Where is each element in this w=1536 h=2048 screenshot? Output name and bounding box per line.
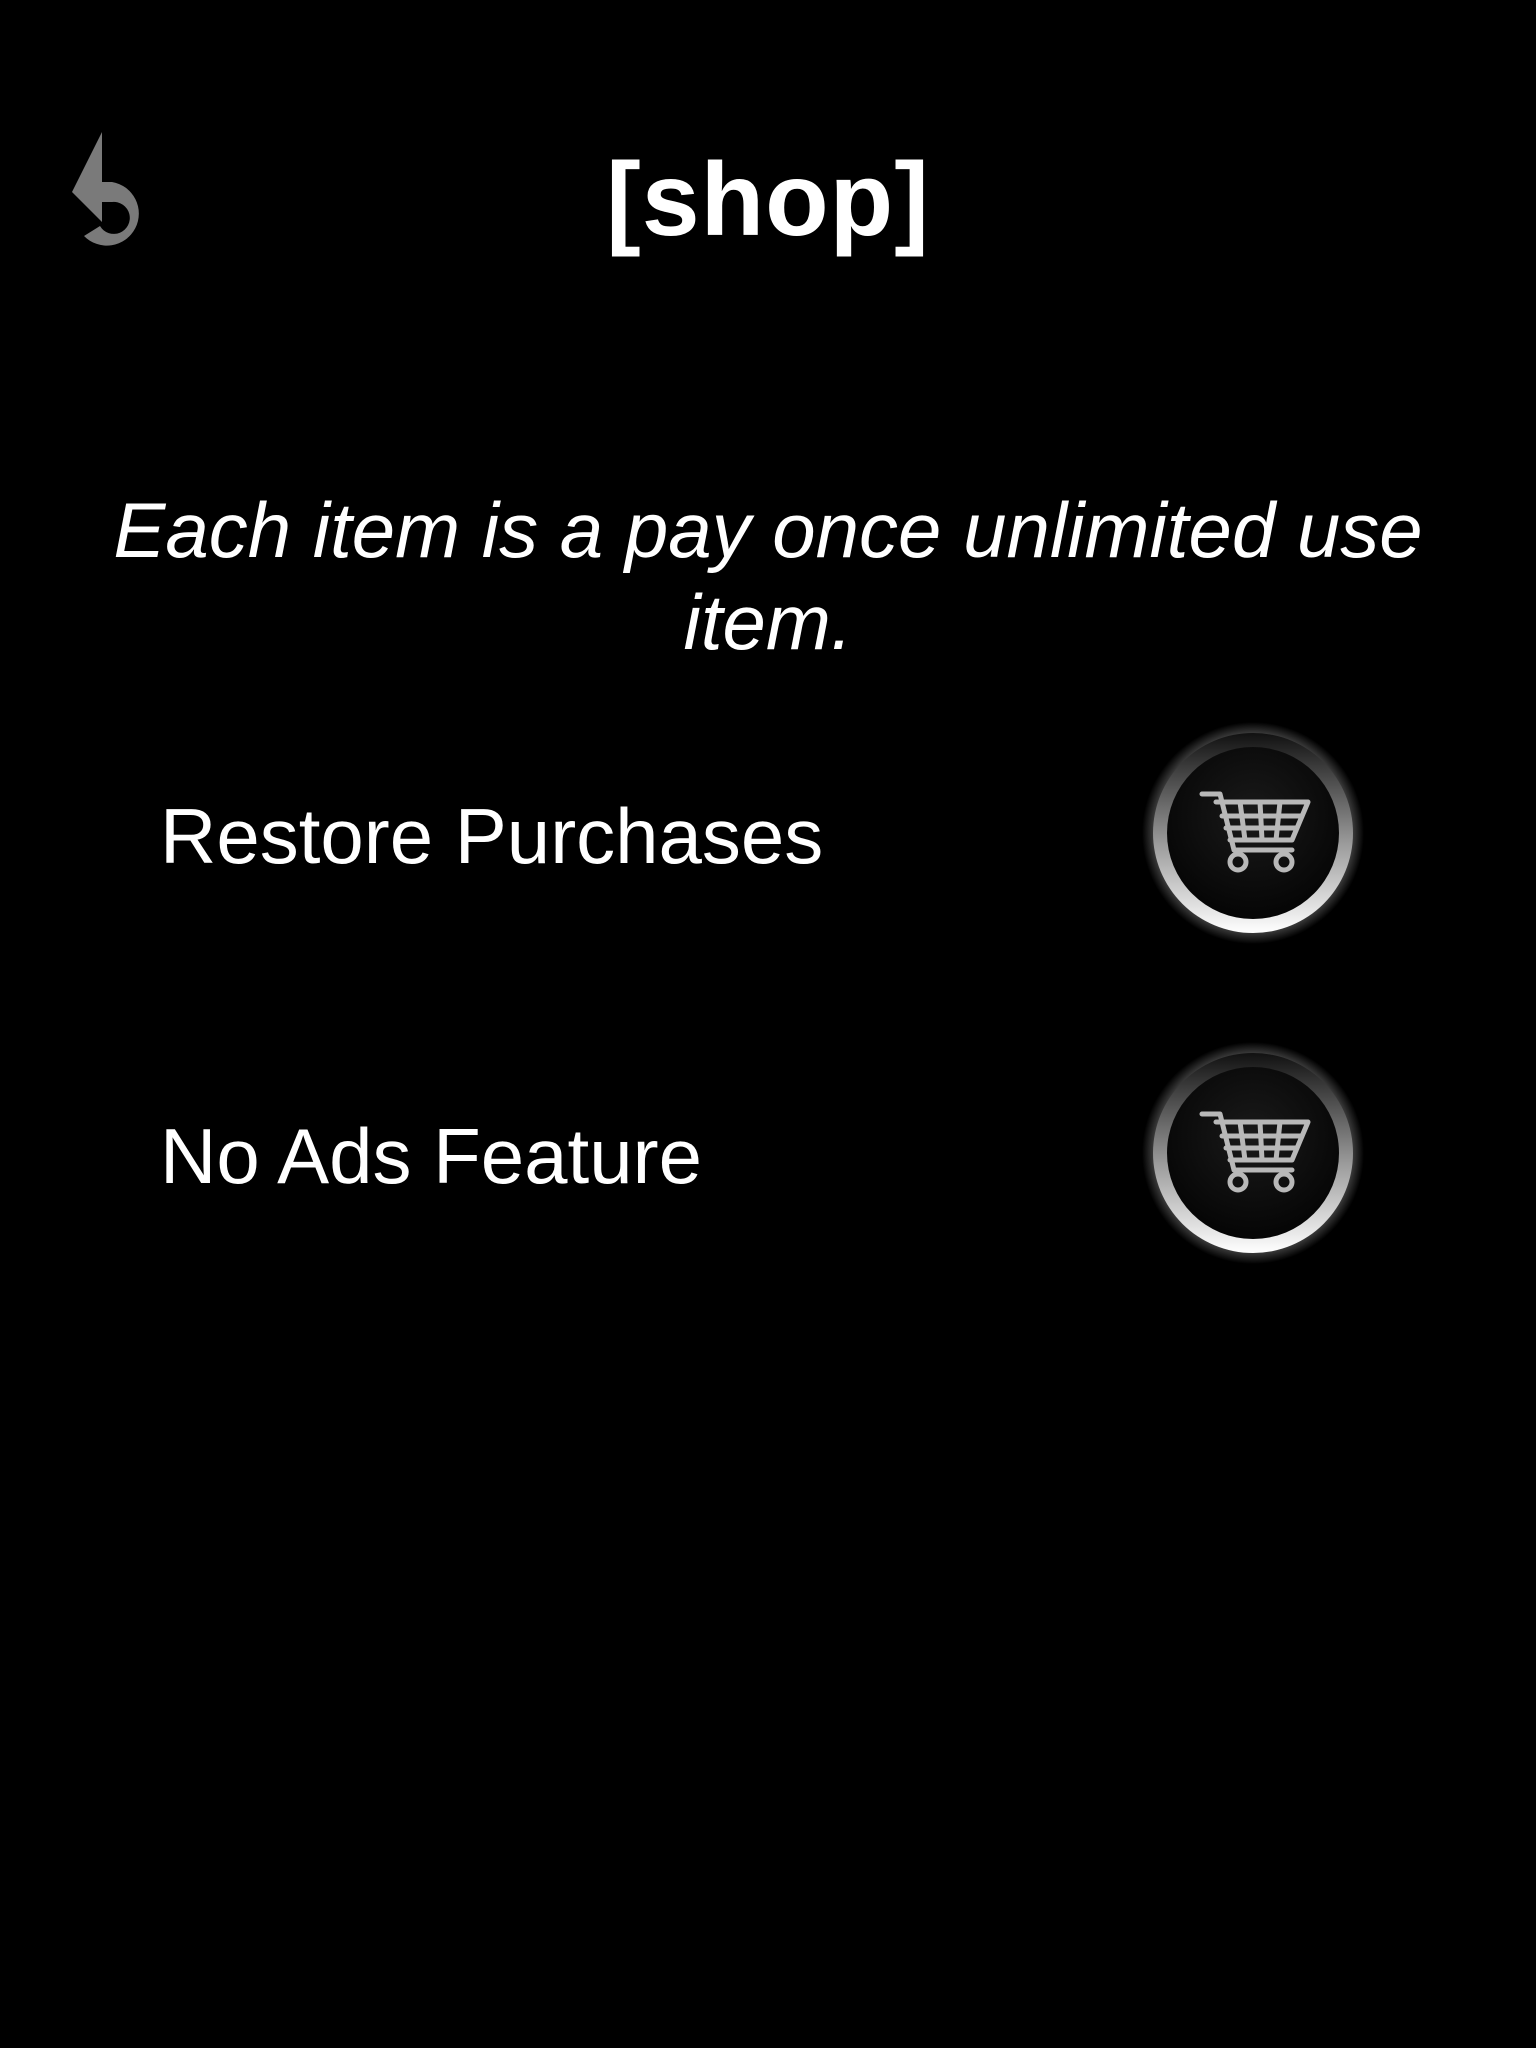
shopping-cart-icon [1142, 1042, 1364, 1264]
page-title: [shop] [606, 142, 930, 258]
item-label: No Ads Feature [160, 1112, 702, 1200]
shopping-cart-icon [1142, 722, 1364, 944]
intro-text: Each item is a pay once unlimited use it… [113, 486, 1423, 666]
no-ads-feature-button[interactable] [1142, 1042, 1364, 1264]
shop-item-restore-purchases: Restore Purchases [0, 720, 1536, 950]
shop-item-no-ads: No Ads Feature [0, 1040, 1536, 1270]
item-label: Restore Purchases [160, 792, 824, 880]
restore-purchases-button[interactable] [1142, 722, 1364, 944]
